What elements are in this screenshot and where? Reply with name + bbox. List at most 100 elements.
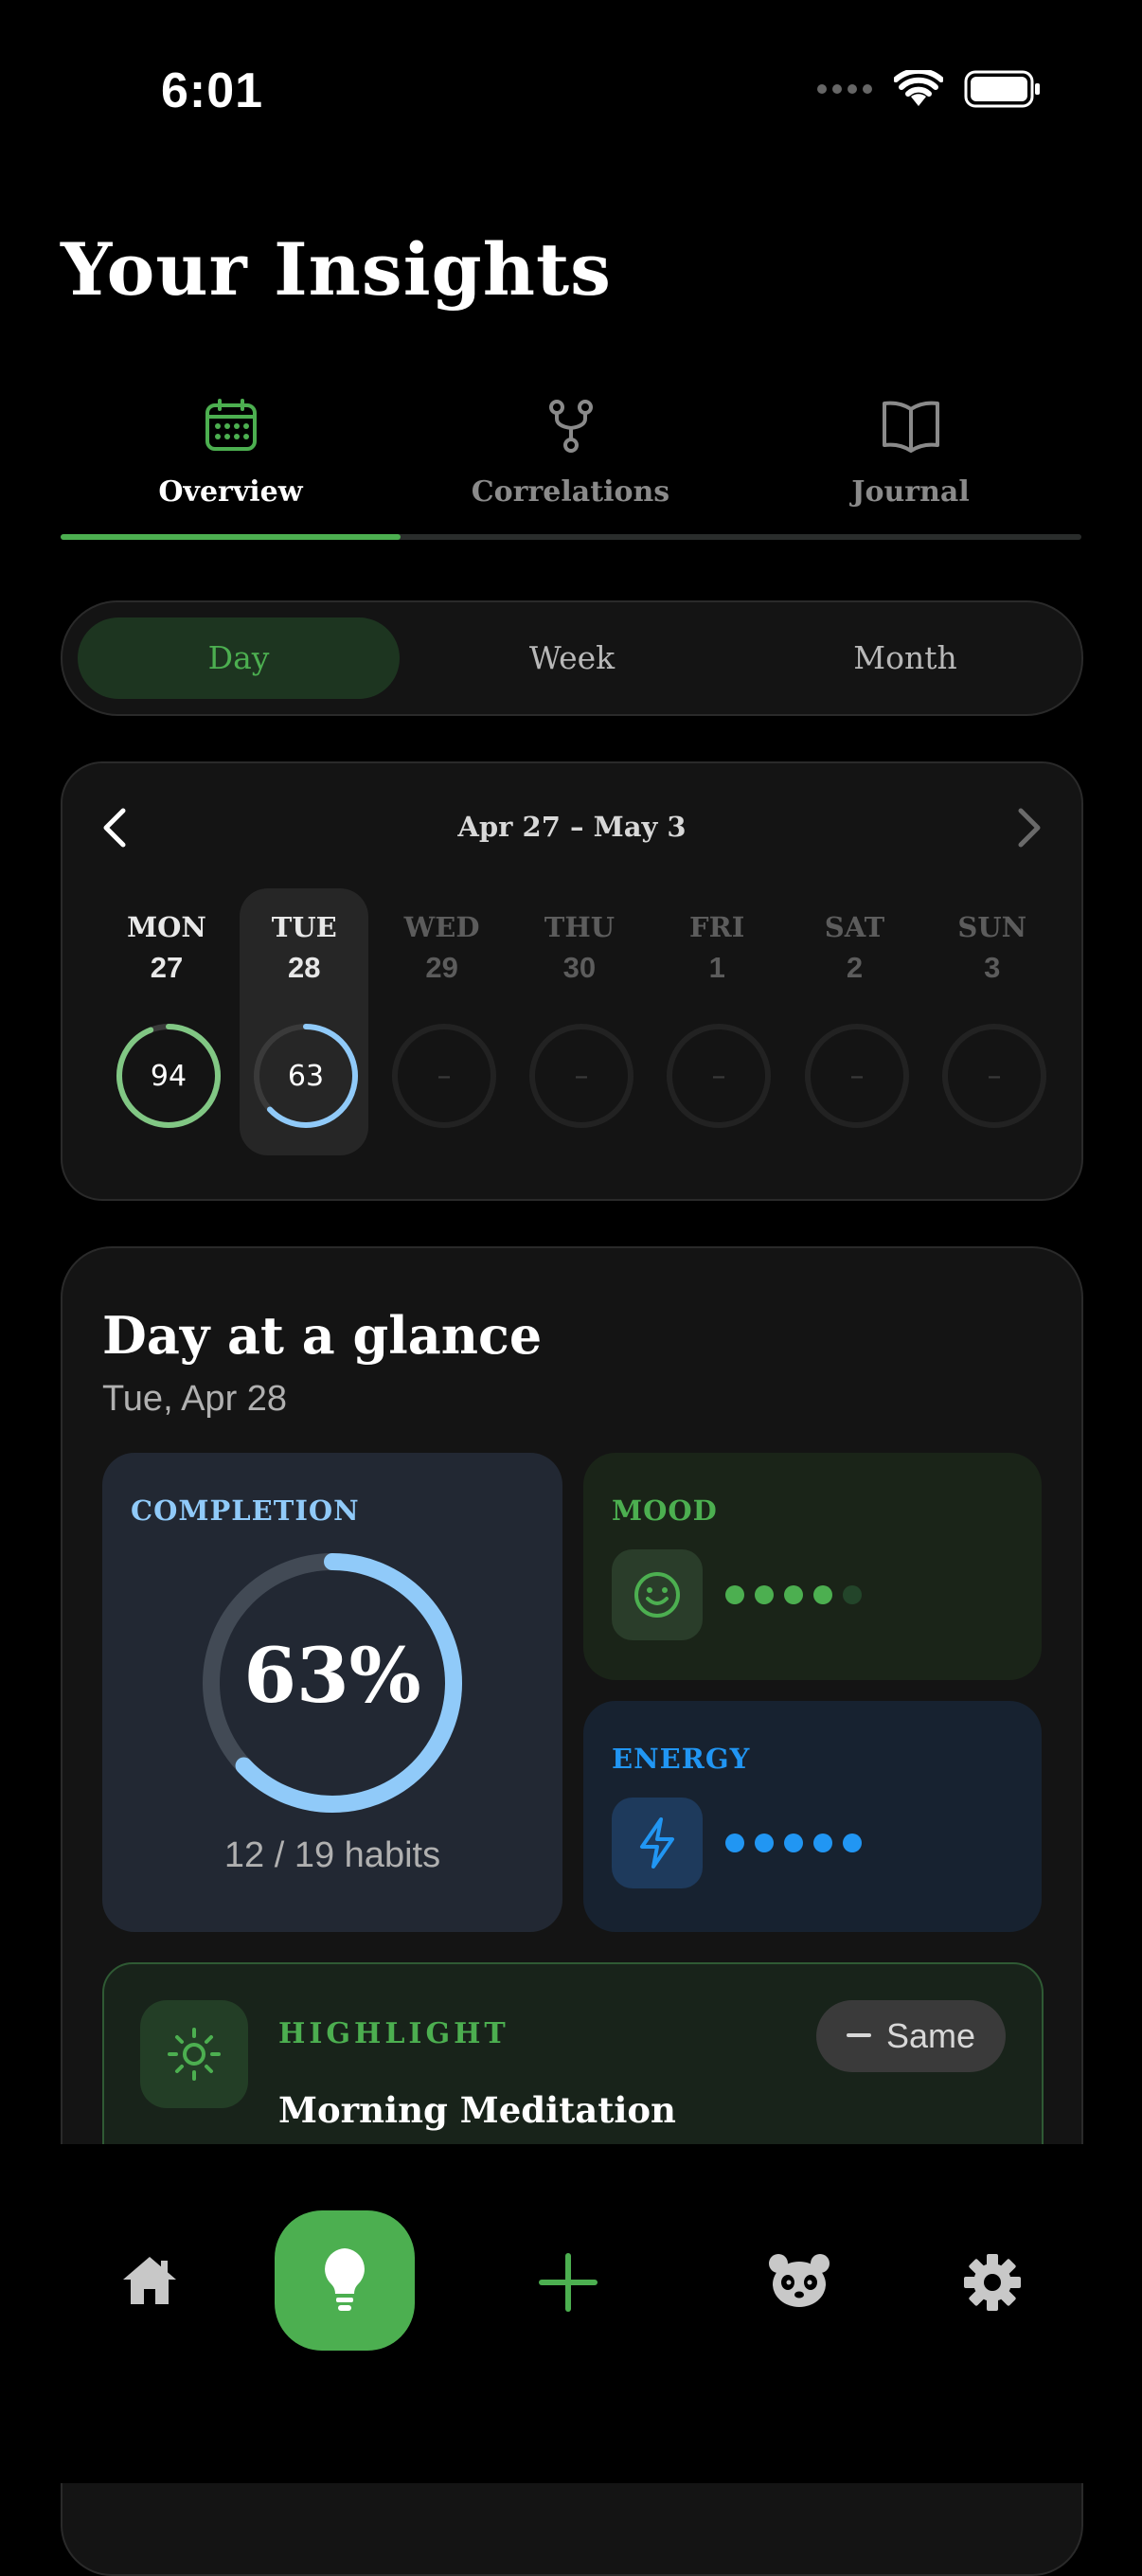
day-date: 27 — [150, 951, 184, 984]
completion-label: COMPLETION — [131, 1494, 360, 1527]
mood-card[interactable]: MOOD — [583, 1453, 1042, 1680]
day-score: 63 — [288, 1060, 324, 1093]
level-dot — [813, 1834, 832, 1852]
minus-icon — [846, 2033, 871, 2037]
trend-badge-label: Same — [885, 2016, 975, 2055]
level-dot — [755, 1585, 774, 1604]
status-time: 6:01 — [161, 63, 264, 118]
home-icon — [123, 2257, 176, 2304]
energy-level-dots — [725, 1834, 862, 1852]
chevron-right-icon — [1018, 808, 1041, 848]
day-date: 1 — [708, 951, 725, 984]
day-score: – — [574, 1060, 588, 1093]
level-dot — [725, 1585, 744, 1604]
level-dot — [784, 1585, 803, 1604]
mood-label: MOOD — [612, 1494, 718, 1527]
sun-icon — [168, 2028, 221, 2081]
next-week-button[interactable] — [1015, 807, 1044, 853]
day-score-ring: – — [667, 1024, 772, 1128]
lightning-bolt-icon — [640, 1817, 674, 1869]
book-icon — [882, 401, 939, 453]
energy-card[interactable]: ENERGY — [583, 1701, 1042, 1932]
status-icons — [816, 70, 1042, 108]
page-title: Your Insights — [61, 227, 612, 312]
day-score: – — [437, 1060, 451, 1093]
insights-tabs: Overview Correlations Journal — [61, 388, 1081, 540]
day-name: MON — [127, 911, 206, 943]
day-fri[interactable]: FRI 1 – — [652, 888, 781, 1155]
nav-add[interactable] — [530, 2245, 606, 2320]
gear-icon — [964, 2254, 1021, 2311]
day-sun[interactable]: SUN 3 – — [928, 888, 1057, 1155]
day-name: SUN — [957, 911, 1027, 943]
highlight-title: Morning Meditation — [278, 2089, 676, 2131]
completion-habits: 12 / 19 habits — [223, 1835, 441, 1875]
completion-card[interactable]: COMPLETION 63% 12 / 19 habits — [102, 1453, 562, 1932]
battery-icon — [964, 70, 1040, 108]
day-mon[interactable]: MON 27 94 — [102, 888, 231, 1155]
energy-label: ENERGY — [612, 1743, 751, 1775]
highlight-icon-box — [140, 2000, 248, 2108]
tab-journal-label: Journal — [851, 475, 970, 509]
nav-home[interactable] — [112, 2246, 187, 2315]
tab-journal[interactable]: Journal — [741, 388, 1080, 540]
day-date: 28 — [288, 951, 321, 984]
day-score: – — [712, 1060, 726, 1093]
tab-overview[interactable]: Overview — [61, 388, 401, 540]
tab-correlations-label: Correlations — [471, 475, 670, 509]
mood-icon-box — [612, 1549, 703, 1640]
level-dot — [725, 1834, 744, 1852]
nav-insights[interactable] — [275, 2210, 415, 2351]
level-dot — [784, 1834, 803, 1852]
day-thu[interactable]: THU 30 – — [515, 888, 644, 1155]
glance-date: Tue, Apr 28 — [102, 1379, 288, 1419]
period-day[interactable]: Day — [78, 617, 400, 699]
level-dot — [843, 1834, 862, 1852]
mood-level-dots — [725, 1585, 862, 1604]
day-name: SAT — [824, 911, 885, 943]
period-week[interactable]: Week — [411, 617, 733, 699]
day-sat[interactable]: SAT 2 – — [791, 888, 919, 1155]
calendar-icon — [205, 399, 257, 451]
day-score: 94 — [151, 1060, 187, 1093]
day-date: 2 — [846, 951, 864, 984]
day-score-ring: – — [804, 1024, 909, 1128]
period-selector: Day Week Month — [61, 600, 1083, 716]
day-date: 3 — [984, 951, 1001, 984]
day-score: – — [987, 1060, 1001, 1093]
tab-correlations[interactable]: Correlations — [401, 388, 741, 540]
smiley-face-icon — [634, 1572, 680, 1618]
day-score-ring: 94 — [116, 1024, 221, 1128]
level-dot — [813, 1585, 832, 1604]
day-score-ring: – — [941, 1024, 1046, 1128]
glance-title: Day at a glance — [102, 1305, 543, 1366]
plus-icon — [539, 2253, 598, 2312]
day-name: THU — [544, 911, 616, 943]
week-card: Apr 27 – May 3 MON 27 94 TUE 28 63 WED 29 – THU 30… — [61, 761, 1083, 1201]
day-date: 29 — [425, 951, 458, 984]
period-month[interactable]: Month — [744, 617, 1066, 699]
trend-badge: Same — [815, 2000, 1006, 2072]
completion-percent: 63% — [243, 1631, 421, 1720]
energy-icon-box — [612, 1798, 703, 1888]
bottom-navigation — [0, 2144, 1142, 2483]
day-tue[interactable]: TUE 28 63 — [240, 888, 369, 1155]
day-name: WED — [403, 911, 480, 943]
nav-profile[interactable] — [761, 2245, 837, 2317]
highlight-label: HIGHLIGHT — [278, 2017, 509, 2050]
level-dot — [755, 1834, 774, 1852]
day-wed[interactable]: WED 29 – — [378, 888, 507, 1155]
day-name: FRI — [689, 911, 745, 943]
tab-overview-label: Overview — [158, 475, 303, 509]
nav-settings[interactable] — [955, 2245, 1030, 2320]
wifi-icon — [894, 70, 943, 106]
level-dot — [843, 1585, 862, 1604]
week-range: Apr 27 – May 3 — [457, 811, 687, 843]
day-score-ring: – — [528, 1024, 633, 1128]
lightbulb-icon — [325, 2248, 365, 2311]
day-date: 30 — [562, 951, 597, 984]
signal-icon — [817, 84, 872, 94]
day-score-ring: – — [391, 1024, 496, 1128]
panda-icon — [769, 2254, 830, 2307]
day-name: TUE — [271, 911, 337, 943]
